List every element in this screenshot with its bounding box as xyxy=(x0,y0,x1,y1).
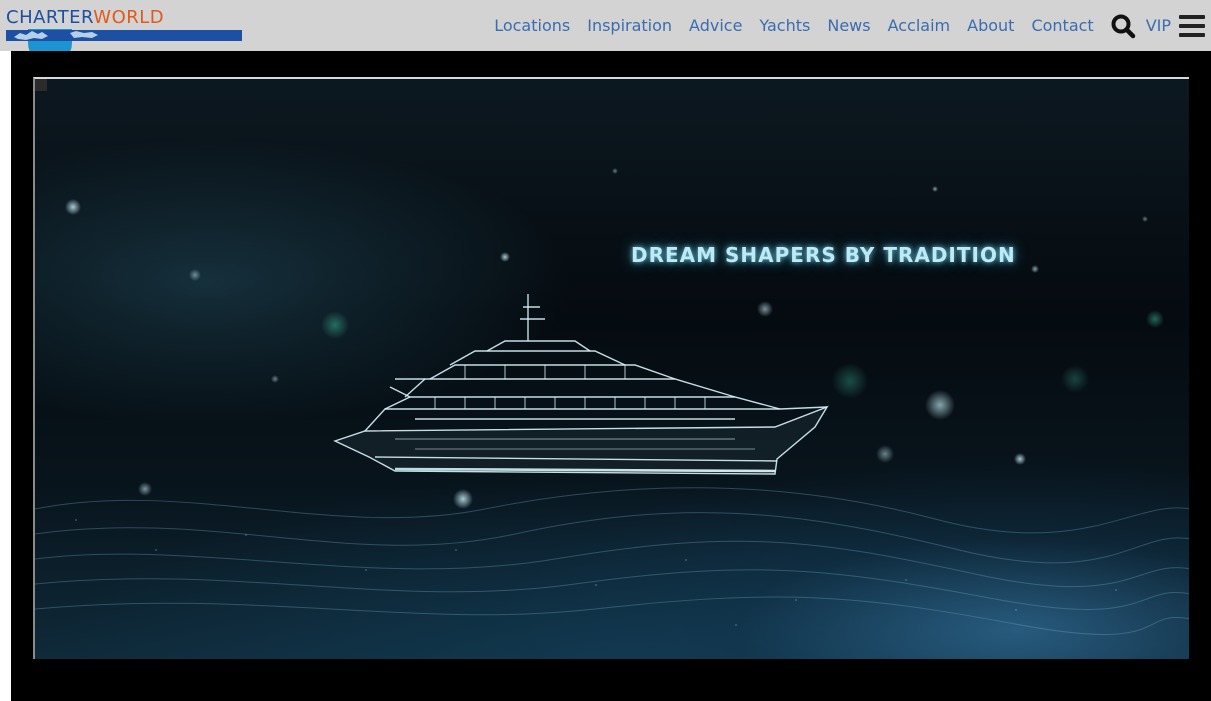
site-header: CHARTERWORLD Locations Inspiration Advic… xyxy=(0,0,1211,65)
video-player[interactable]: DREAM SHAPERS BY TRADITION xyxy=(33,77,1189,659)
hamburger-menu-icon[interactable] xyxy=(1179,14,1205,37)
yacht-wireframe xyxy=(333,294,829,475)
yacht-video-frame xyxy=(35,168,1189,635)
video-tagline: DREAM SHAPERS BY TRADITION xyxy=(631,243,1016,267)
video-corner-marker xyxy=(35,79,47,91)
nav-news[interactable]: News xyxy=(827,16,870,35)
logo-wordmark: CHARTERWORLD xyxy=(6,7,164,29)
video-section: DREAM SHAPERS BY TRADITION xyxy=(11,51,1211,701)
logo-wordmark-part1: CHARTER xyxy=(6,7,94,28)
logo-wordmark-part2: WORLD xyxy=(93,7,165,28)
nav-locations[interactable]: Locations xyxy=(494,16,570,35)
nav-vip[interactable]: VIP xyxy=(1146,16,1171,35)
nav-inspiration[interactable]: Inspiration xyxy=(587,16,672,35)
logo-map-icon xyxy=(14,31,98,40)
nav-yachts[interactable]: Yachts xyxy=(759,16,810,35)
nav-contact[interactable]: Contact xyxy=(1031,16,1093,35)
nav-advice[interactable]: Advice xyxy=(689,16,742,35)
nav-about[interactable]: About xyxy=(967,16,1014,35)
nav-acclaim[interactable]: Acclaim xyxy=(888,16,951,35)
main-nav: Locations Inspiration Advice Yachts News… xyxy=(494,0,1211,51)
search-icon[interactable] xyxy=(1110,13,1136,39)
